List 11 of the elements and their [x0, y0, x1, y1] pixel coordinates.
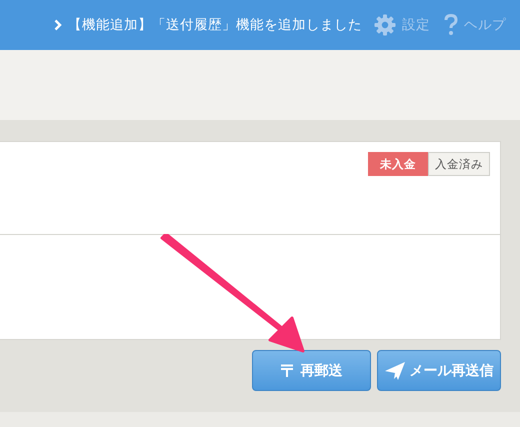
help-link[interactable]: ヘルプ [464, 16, 506, 34]
help-icon [444, 14, 458, 36]
postal-mark-icon [280, 364, 292, 377]
chevron-icon [54, 19, 62, 31]
paper-plane-icon [384, 362, 404, 380]
payment-status-toggle[interactable]: 未入金 [368, 152, 428, 176]
payment-status-toggle[interactable]: 入金済み [428, 152, 490, 176]
notice-link[interactable]: 【機能追加】「送付履歴」機能を追加しました [68, 16, 362, 34]
settings-link[interactable]: 設定 [402, 16, 430, 34]
resend-mail-button[interactable]: メール再送信 [377, 350, 501, 391]
repost-button[interactable]: 再郵送 [252, 350, 371, 391]
